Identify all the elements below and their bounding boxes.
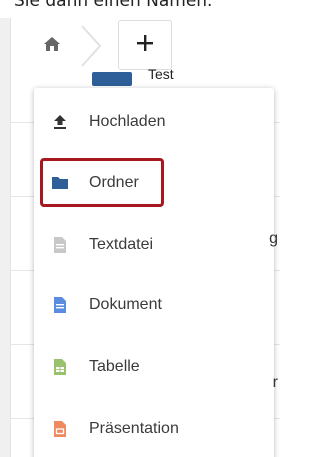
menu-item-textfile[interactable]: Textdatei bbox=[34, 225, 274, 265]
text-file-icon bbox=[52, 237, 68, 253]
file-icon bbox=[92, 72, 132, 86]
menu-item-label: Dokument bbox=[89, 296, 162, 313]
document-icon bbox=[52, 297, 68, 313]
plus-icon bbox=[136, 34, 154, 57]
menu-item-spreadsheet[interactable]: Tabelle bbox=[34, 347, 274, 387]
new-item-button[interactable] bbox=[118, 20, 172, 70]
file-row[interactable]: Test bbox=[92, 66, 280, 86]
file-name: Test bbox=[148, 66, 174, 82]
menu-item-presentation[interactable]: Präsentation bbox=[34, 409, 274, 449]
clipped-text: g bbox=[269, 230, 278, 247]
menu-item-upload[interactable]: Hochladen bbox=[34, 102, 274, 142]
menu-item-label: Hochladen bbox=[89, 113, 166, 130]
upload-icon bbox=[52, 114, 68, 130]
app-window: Sie dann einen Namen. Test Hochladen Ord… bbox=[0, 0, 280, 457]
spreadsheet-icon bbox=[52, 359, 68, 375]
new-item-menu: Hochladen Ordner Textdatei Dokument Tabe… bbox=[34, 88, 274, 457]
presentation-icon bbox=[52, 421, 68, 437]
left-edge-strip bbox=[0, 18, 11, 457]
clipped-text: r bbox=[272, 374, 278, 391]
menu-item-document[interactable]: Dokument bbox=[34, 285, 274, 325]
instruction-caption: Sie dann einen Namen. bbox=[14, 0, 213, 11]
menu-item-label: Präsentation bbox=[89, 420, 179, 437]
menu-item-label: Tabelle bbox=[89, 358, 140, 375]
home-icon bbox=[43, 36, 61, 57]
home-button[interactable] bbox=[32, 28, 72, 64]
menu-item-label: Textdatei bbox=[89, 236, 154, 253]
breadcrumb-separator-icon bbox=[80, 24, 104, 68]
highlight-frame bbox=[40, 158, 164, 207]
